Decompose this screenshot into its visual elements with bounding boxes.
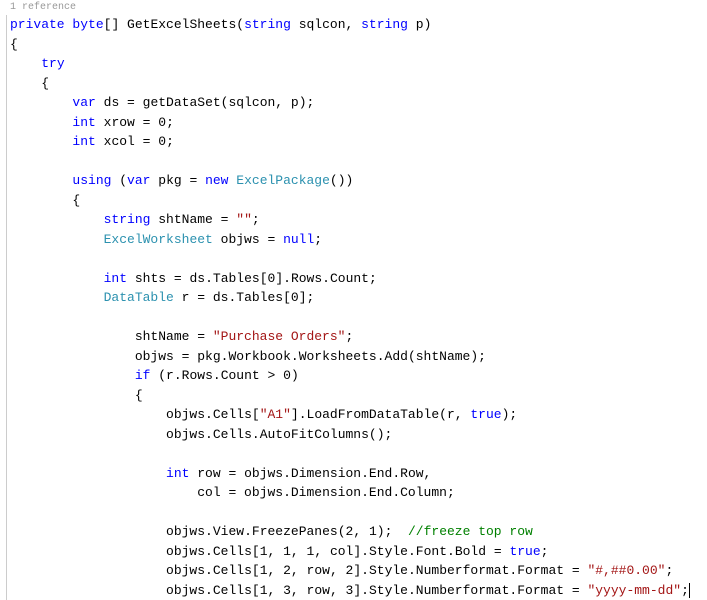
code-editor[interactable]: private byte[] GetExcelSheets(string sql… <box>0 15 707 600</box>
code-line[interactable]: int xcol = 0; <box>10 132 707 152</box>
code-line[interactable]: objws.Cells[1, 1, 1, col].Style.Font.Bol… <box>10 542 707 562</box>
code-line[interactable]: objws.View.FreezePanes(2, 1); //freeze t… <box>10 522 707 542</box>
code-line[interactable]: { <box>10 35 707 55</box>
code-line[interactable]: { <box>10 191 707 211</box>
code-line[interactable]: string shtName = ""; <box>10 210 707 230</box>
code-line[interactable]: col = objws.Dimension.End.Column; <box>10 483 707 503</box>
code-line[interactable] <box>10 308 707 328</box>
code-line[interactable]: objws.Cells[1, 2, row, 2].Style.Numberfo… <box>10 561 707 581</box>
code-line[interactable]: { <box>10 74 707 94</box>
code-line[interactable]: int row = objws.Dimension.End.Row, <box>10 464 707 484</box>
code-line[interactable]: try <box>10 54 707 74</box>
code-line[interactable]: objws.Cells["A1"].LoadFromDataTable(r, t… <box>10 405 707 425</box>
code-line[interactable] <box>10 152 707 172</box>
text-cursor <box>689 583 690 598</box>
code-line[interactable]: DataTable r = ds.Tables[0]; <box>10 288 707 308</box>
codelens-references[interactable]: 1 reference <box>0 0 707 15</box>
code-line[interactable] <box>10 249 707 269</box>
code-line[interactable] <box>10 503 707 523</box>
code-line[interactable]: int shts = ds.Tables[0].Rows.Count; <box>10 269 707 289</box>
outline-guide <box>6 15 7 600</box>
code-line[interactable]: using (var pkg = new ExcelPackage()) <box>10 171 707 191</box>
code-line[interactable] <box>10 444 707 464</box>
code-line[interactable]: shtName = "Purchase Orders"; <box>10 327 707 347</box>
code-line[interactable]: private byte[] GetExcelSheets(string sql… <box>10 15 707 35</box>
code-line[interactable]: objws.Cells[1, 3, row, 3].Style.Numberfo… <box>10 581 707 600</box>
code-line[interactable]: int xrow = 0; <box>10 113 707 133</box>
code-line[interactable]: ExcelWorksheet objws = null; <box>10 230 707 250</box>
code-line[interactable]: { <box>10 386 707 406</box>
code-line[interactable]: objws.Cells.AutoFitColumns(); <box>10 425 707 445</box>
code-line[interactable]: if (r.Rows.Count > 0) <box>10 366 707 386</box>
code-line[interactable]: objws = pkg.Workbook.Worksheets.Add(shtN… <box>10 347 707 367</box>
code-line[interactable]: var ds = getDataSet(sqlcon, p); <box>10 93 707 113</box>
